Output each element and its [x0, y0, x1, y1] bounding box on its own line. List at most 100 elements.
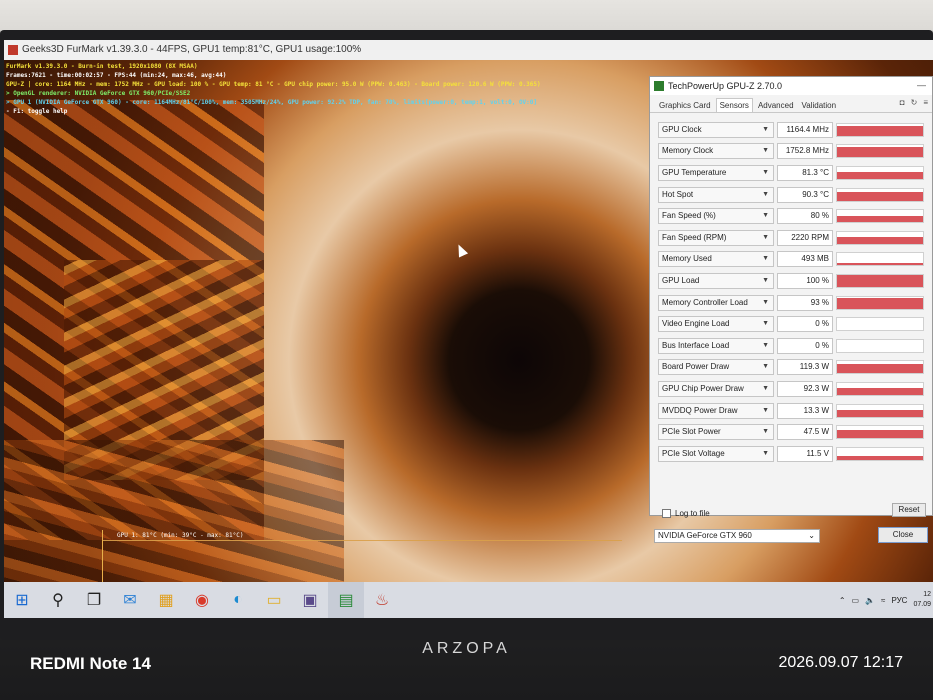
sensor-name-label: PCIe Slot Power — [662, 427, 721, 437]
graph-label: GPU 1: 81°C (min: 39°C - max: 81°C) — [117, 532, 244, 539]
sensor-name-label: PCIe Slot Voltage — [662, 448, 725, 458]
sensor-value: 2220 RPM — [777, 229, 833, 246]
refresh-icon[interactable]: ↻ — [911, 98, 918, 107]
sensor-name[interactable]: Board Power Draw ▼ — [658, 359, 774, 376]
sensor-name[interactable]: Fan Speed (RPM) ▼ — [658, 229, 774, 246]
edge-icon[interactable]: ◐ — [220, 582, 256, 618]
sensor-value: 493 MB — [777, 251, 833, 268]
tab-validation[interactable]: Validation — [799, 99, 840, 112]
sensor-row: Board Power Draw ▼ 119.3 W — [658, 357, 926, 379]
store-icon[interactable]: ▦ — [148, 582, 184, 618]
furmark-titlebar[interactable]: Geeks3D FurMark v1.39.3.0 - 44FPS, GPU1 … — [4, 40, 933, 60]
sensor-value: 1164.4 MHz — [777, 121, 833, 138]
sensor-name[interactable]: Memory Clock ▼ — [658, 143, 774, 160]
sensor-value: 80 % — [777, 208, 833, 225]
sensor-graph-fill — [837, 409, 923, 417]
clock[interactable]: 12 07.09 — [913, 590, 931, 610]
sensor-value: 92.3 W — [777, 380, 833, 397]
sensor-name[interactable]: Memory Used ▼ — [658, 251, 774, 268]
sensor-name[interactable]: Hot Spot ▼ — [658, 186, 774, 203]
tab-advanced[interactable]: Advanced — [755, 99, 797, 112]
sensor-name-label: Fan Speed (%) — [662, 211, 716, 221]
log-to-file[interactable]: Log to file — [662, 509, 710, 518]
task-view-icon[interactable]: ❐ — [76, 582, 112, 618]
mouse-cursor-icon — [453, 242, 469, 258]
gpu-select[interactable]: NVIDIA GeForce GTX 960 ⌄ — [654, 529, 820, 543]
photo-timestamp: 2026.09.07 12:17 — [778, 654, 903, 671]
sensor-name[interactable]: Fan Speed (%) ▼ — [658, 208, 774, 225]
osd-line: > GPU 1 (NVIDIA GeForce GTX 960) - core:… — [6, 99, 538, 106]
language-indicator[interactable]: РУС — [891, 596, 907, 605]
clock-time: 12 — [923, 591, 931, 598]
sensor-name-label: GPU Load — [662, 275, 700, 285]
graph-line — [103, 540, 622, 541]
menu-icon[interactable]: ≡ — [923, 98, 928, 107]
wifi-icon[interactable]: ≈ — [881, 596, 885, 605]
sensor-value: 11.5 V — [777, 445, 833, 462]
photo: Geeks3D FurMark v1.39.3.0 - 44FPS, GPU1 … — [0, 0, 933, 700]
gpu-select-value: NVIDIA GeForce GTX 960 — [658, 531, 752, 540]
sensor-graph-fill — [837, 215, 923, 223]
chevron-down-icon: ▼ — [762, 449, 769, 457]
sensor-graph — [836, 317, 924, 332]
gpuz-active-icon[interactable]: ▤ — [328, 582, 364, 618]
sensor-row: Hot Spot ▼ 90.3 °C — [658, 184, 926, 206]
volume-icon[interactable]: 🔈 — [865, 596, 875, 605]
chevron-down-icon: ▼ — [762, 168, 769, 176]
gpuz-tabs: Graphics Card Sensors Advanced Validatio… — [650, 95, 932, 113]
sensor-graph-fill — [837, 171, 923, 179]
sensor-row: Video Engine Load ▼ 0 % — [658, 313, 926, 335]
sensor-name-label: Memory Controller Load — [662, 297, 748, 307]
sensor-graph — [836, 446, 924, 461]
tab-sensors[interactable]: Sensors — [715, 98, 753, 112]
furmark-taskbar-icon[interactable]: ♨ — [364, 582, 400, 618]
sensor-name[interactable]: PCIe Slot Power ▼ — [658, 424, 774, 441]
sensor-name-label: Video Engine Load — [662, 319, 730, 329]
log-checkbox[interactable] — [662, 509, 671, 518]
sensor-row: PCIe Slot Voltage ▼ 11.5 V — [658, 443, 926, 465]
sensor-name[interactable]: MVDDQ Power Draw ▼ — [658, 402, 774, 419]
chrome-icon[interactable]: ◉ — [184, 582, 220, 618]
gpuz-titlebar[interactable]: TechPowerUp GPU-Z 2.70.0 — — [650, 77, 932, 95]
sensor-name[interactable]: GPU Clock ▼ — [658, 121, 774, 138]
sensor-name[interactable]: PCIe Slot Voltage ▼ — [658, 445, 774, 462]
minimize-icon[interactable]: — — [917, 80, 926, 90]
battery-icon[interactable]: ▭ — [852, 596, 860, 605]
chevron-up-icon[interactable]: ⌃ — [839, 596, 846, 605]
chevron-down-icon: ▼ — [762, 320, 769, 328]
sensor-name[interactable]: Memory Controller Load ▼ — [658, 294, 774, 311]
sensor-name-label: Fan Speed (RPM) — [662, 232, 727, 242]
sensor-name[interactable]: GPU Load ▼ — [658, 272, 774, 289]
sensor-value: 119.3 W — [777, 359, 833, 376]
sensor-graph-fill — [837, 262, 923, 266]
search-icon[interactable]: ⚲ — [40, 582, 76, 618]
sensor-graph-fill — [837, 147, 923, 158]
sensor-name[interactable]: GPU Chip Power Draw ▼ — [658, 380, 774, 397]
sensor-row: GPU Load ▼ 100 % — [658, 270, 926, 292]
tab-graphics-card[interactable]: Graphics Card — [656, 99, 714, 112]
sensor-name[interactable]: Video Engine Load ▼ — [658, 316, 774, 333]
gpuz-title: TechPowerUp GPU-Z 2.70.0 — [668, 81, 783, 91]
osd-line: Frames:7621 - time:00:02:57 - FPS:44 (mi… — [6, 72, 227, 79]
sensor-name[interactable]: GPU Temperature ▼ — [658, 164, 774, 181]
sensor-value: 90.3 °C — [777, 186, 833, 203]
mail-icon[interactable]: ✉ — [112, 582, 148, 618]
sensor-graph — [836, 425, 924, 440]
start-icon[interactable]: ⊞ — [4, 582, 40, 618]
sensor-name[interactable]: Bus Interface Load ▼ — [658, 337, 774, 354]
close-button[interactable]: Close — [878, 527, 928, 543]
temperature-graph: GPU 1: 81°C (min: 39°C - max: 81°C) — [102, 530, 622, 582]
sensor-graph — [836, 144, 924, 159]
chevron-down-icon: ▼ — [762, 298, 769, 306]
file-explorer-icon[interactable]: ▭ — [256, 582, 292, 618]
chevron-down-icon: ▼ — [762, 255, 769, 263]
chevron-down-icon: ▼ — [762, 341, 769, 349]
monitor-screen: Geeks3D FurMark v1.39.3.0 - 44FPS, GPU1 … — [4, 40, 933, 618]
camera-icon[interactable]: ◘ — [900, 98, 905, 107]
sensor-graph-fill — [837, 274, 923, 287]
sensor-value: 0 % — [777, 316, 833, 333]
gpuz-taskbar-icon[interactable]: ▣ — [292, 582, 328, 618]
sensor-row: PCIe Slot Power ▼ 47.5 W — [658, 421, 926, 443]
reset-button[interactable]: Reset — [892, 503, 926, 517]
osd-line: GPU-Z | core: 1164 MHz - mem: 1752 MHz -… — [6, 81, 541, 88]
